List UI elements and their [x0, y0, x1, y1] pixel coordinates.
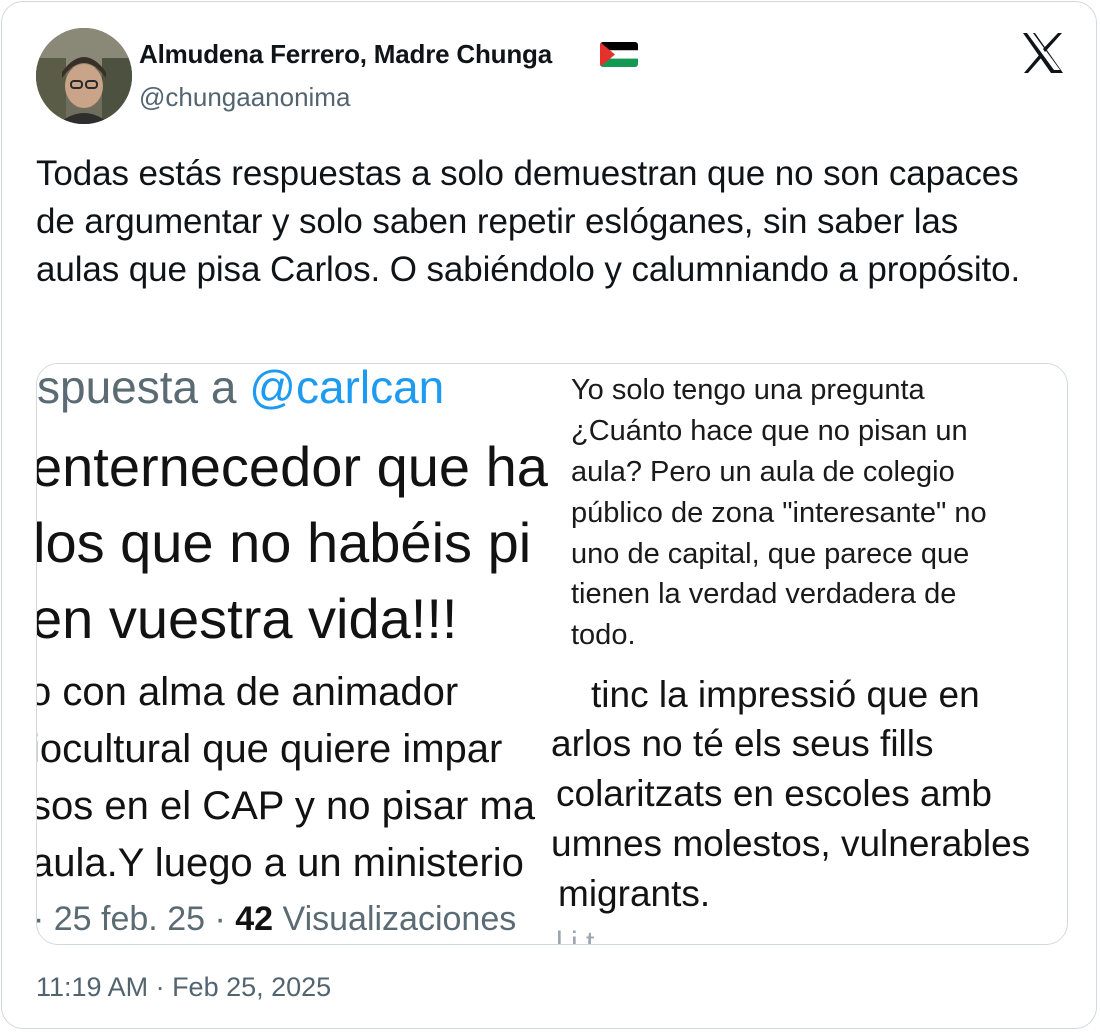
- reply-mention: @carlcan: [249, 364, 445, 413]
- author-handle[interactable]: @chungaanonima: [139, 82, 350, 113]
- tweet-media-image[interactable]: spuesta a @carlcan enternecedor que ha l…: [36, 363, 1068, 945]
- reply-screenshot-right-top: Yo solo tengo una pregunta ¿Cuánto hace …: [551, 364, 1067, 664]
- palestine-flag-icon: [600, 42, 638, 67]
- screenshot-text-line: Yo solo tengo una pregunta: [571, 374, 925, 406]
- reply-screenshot-right-bottom: tinc la impressió que en arlos no té els…: [551, 664, 1067, 945]
- tweet-timestamp[interactable]: 11:19 AM · Feb 25, 2025: [36, 972, 331, 1003]
- screenshot-text-line: enternecedor que ha: [37, 435, 548, 498]
- meta-views-count: 42: [235, 900, 274, 938]
- screenshot-text-line: migrants.: [558, 873, 711, 914]
- author-display-name[interactable]: Almudena Ferrero, Madre Chunga: [139, 39, 552, 70]
- screenshot-text-line: sos en el CAP y no pisar ma: [37, 784, 535, 828]
- screenshot-text-line: o con alma de animador: [37, 670, 459, 714]
- screenshot-meta-line: · 25 feb. 25 · 42 Visualizaciones: [37, 900, 516, 939]
- screenshot-text-line: todo.: [571, 619, 636, 651]
- screenshot-text-line: arlos no té els seus fills: [551, 723, 934, 764]
- cut-off-text-line: l i t: [556, 926, 595, 945]
- x-logo-icon[interactable]: [1020, 30, 1066, 76]
- avatar[interactable]: [36, 28, 132, 124]
- reply-to-line: spuesta a @carlcan: [37, 364, 444, 414]
- tweet-text: Todas estás respuestas a solo demuestran…: [36, 154, 1021, 289]
- screenshot-text-line: en vuestra vida!!!: [37, 587, 458, 650]
- screenshot-text-line: uno de capital, que parece que: [571, 538, 970, 570]
- screenshot-text-line: aula.Y luego a un ministerio: [37, 841, 524, 885]
- avatar-photo-icon: [36, 28, 132, 124]
- meta-views-label: Visualizaciones: [273, 900, 517, 938]
- screenshot-text-line: iocultural que quiere impar: [37, 727, 503, 771]
- reply-screenshot-left: spuesta a @carlcan enternecedor que ha l…: [37, 364, 551, 944]
- screenshot-text-line: umnes molestos, vulnerables: [551, 823, 1031, 864]
- reply-prefix: spuesta a: [37, 364, 250, 413]
- screenshot-text-line: los que no habéis pi: [37, 511, 532, 574]
- screenshot-text-line: ¿Cuánto hace que no pisan un: [571, 415, 968, 447]
- screenshot-text-line: público de zona "interesante" no: [571, 497, 987, 529]
- meta-date: · 25 feb. 25 ·: [37, 900, 236, 938]
- screenshot-text-line: tienen la verdad verdadera de: [571, 578, 957, 610]
- screenshot-text-line: aula? Pero un aula de colegio: [571, 456, 955, 488]
- screenshot-text-line: colaritzats en escoles amb: [556, 773, 992, 814]
- tweet-card: Almudena Ferrero, Madre Chunga @chungaan…: [1, 1, 1097, 1029]
- screenshot-text-line: tinc la impressió que en: [591, 674, 980, 715]
